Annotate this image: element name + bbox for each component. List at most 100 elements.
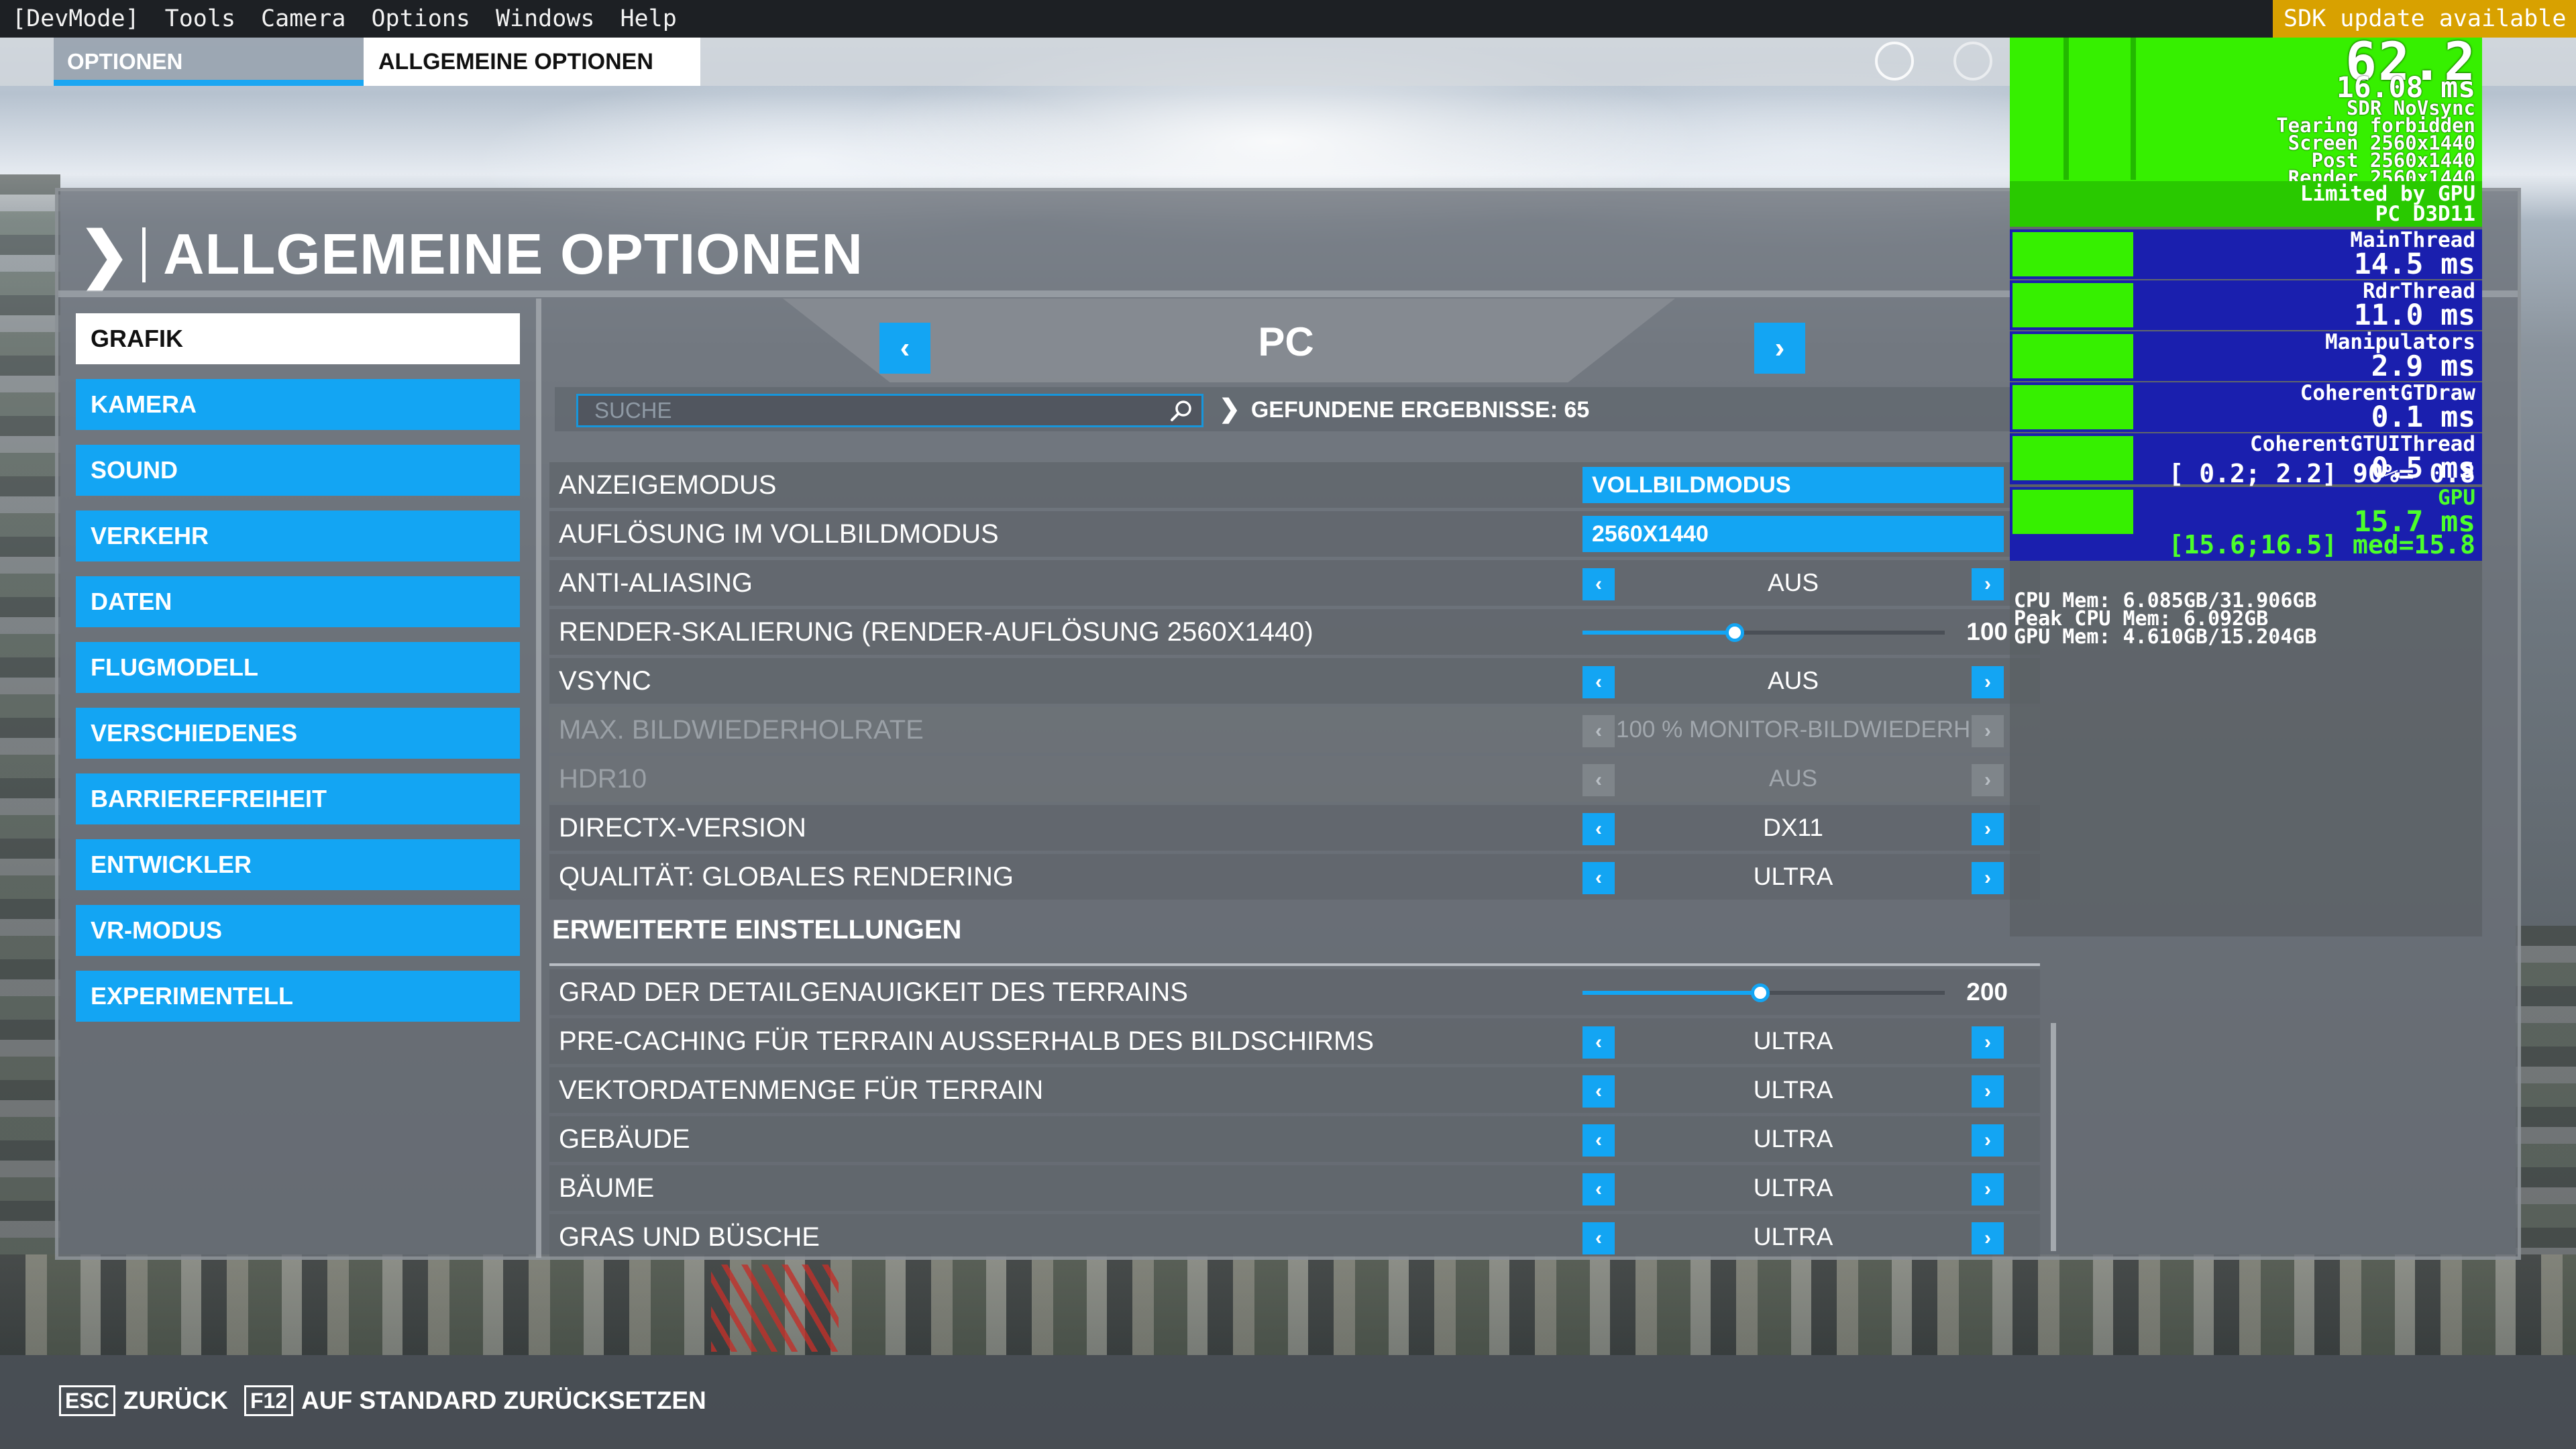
setting-value: AUS — [1767, 667, 1819, 694]
tools-menu[interactable]: Tools — [153, 5, 249, 32]
setting-value: ULTRA — [1753, 1027, 1833, 1055]
setting-slider[interactable] — [1582, 623, 1945, 642]
setting-row-gras-und-bu-sche[interactable]: GRAS UND BÜSCHE ‹ ULTRA › — [549, 1214, 2040, 1256]
setting-label: HDR10 — [559, 764, 647, 794]
sidebar-item-vr-modus[interactable]: VR-MODUS — [76, 905, 520, 956]
chevron-left-icon: ‹ — [1582, 764, 1615, 796]
fps-graph-bar — [2063, 38, 2069, 180]
sidebar-item-kamera[interactable]: KAMERA — [76, 379, 520, 430]
setting-row-qualita-t-globales-rendering[interactable]: QUALITÄT: GLOBALES RENDERING ‹ ULTRA › — [549, 854, 2040, 900]
setting-label: PRE-CACHING FÜR TERRAIN AUSSERHALB DES B… — [559, 1026, 1375, 1056]
setting-row-max-bildwiederholrate: MAX. BILDWIEDERHOLRATE ‹ 100 % MONITOR-BIL… — [549, 707, 2040, 753]
chevron-left-icon[interactable]: ‹ — [1582, 1222, 1615, 1254]
setting-row-anti-aliasing[interactable]: ANTI-ALIASING ‹ AUS › — [549, 560, 2040, 606]
setting-row-anzeigemodus[interactable]: ANZEIGEMODUS VOLLBILDMODUS — [549, 462, 2040, 508]
thread-bar — [2012, 490, 2133, 534]
chevron-left-icon[interactable]: ‹ — [1582, 1075, 1615, 1108]
reset-defaults-action[interactable]: F12 AUF STANDARD ZURÜCKSETZEN — [244, 1385, 706, 1417]
chevron-left-icon[interactable]: ‹ — [1582, 1026, 1615, 1059]
thread-bar — [2012, 232, 2133, 276]
sidebar-item-grafik[interactable]: GRAFIK — [76, 313, 520, 364]
thread-manipulators: Manipulators 2.9 ms — [2010, 331, 2482, 381]
setting-row-auflo-sung-im-vollbildmodus[interactable]: AUFLÖSUNG IM VOLLBILDMODUS 2560X1440 — [549, 511, 2040, 557]
thread-time: 0.1 ms — [2371, 400, 2475, 434]
chevron-right-icon[interactable]: › — [1972, 666, 2004, 698]
sidebar-item-daten[interactable]: DATEN — [76, 576, 520, 627]
limited-line: Limited by GPU — [2300, 182, 2475, 206]
setting-label: VSYNC — [559, 666, 651, 696]
options-menu[interactable]: Options — [359, 5, 484, 32]
sidebar-item-entwickler[interactable]: ENTWICKLER — [76, 839, 520, 890]
chevron-right-icon[interactable]: › — [1972, 1173, 2004, 1205]
setting-row-ba-ume[interactable]: BÄUME ‹ ULTRA › — [549, 1165, 2040, 1211]
render-info: SDR NoVsync Tearing forbidden Screen 256… — [2276, 99, 2475, 188]
thread-stat: [15.6;16.5] med=15.8 — [2168, 530, 2475, 559]
chevron-left-icon[interactable]: ‹ — [1582, 1173, 1615, 1205]
thread-rdrthread: RdrThread 11.0 ms — [2010, 280, 2482, 330]
setting-row-render-skalierung-render-auflo-sung-2560x1440[interactable]: RENDER-SKALIERUNG (RENDER-AUFLÖSUNG 2560… — [549, 609, 2040, 655]
setting-value: AUS — [1769, 765, 1817, 792]
fps-performance-overlay: 62.2 16.08 ms SDR NoVsync Tearing forbid… — [2010, 32, 2482, 936]
setting-row-vektordatenmenge-fu-r-terrain[interactable]: VEKTORDATENMENGE FÜR TERRAIN ‹ ULTRA › — [549, 1067, 2040, 1113]
setting-value-dropdown[interactable]: VOLLBILDMODUS — [1582, 467, 2004, 503]
chevron-left-icon[interactable]: ‹ — [1582, 1124, 1615, 1157]
chevron-left-icon[interactable]: ‹ — [1582, 666, 1615, 698]
setting-value-dropdown[interactable]: 2560X1440 — [1582, 516, 2004, 552]
chevron-right-icon[interactable]: › — [1972, 1026, 2004, 1059]
fps-graph: 62.2 16.08 ms SDR NoVsync Tearing forbid… — [2010, 32, 2482, 227]
chevron-right-icon[interactable]: › — [1972, 1075, 2004, 1108]
sidebar-item-experimentell[interactable]: EXPERIMENTELL — [76, 971, 520, 1022]
search-input[interactable] — [578, 396, 1155, 425]
tab-options[interactable]: OPTIONEN — [54, 38, 364, 86]
setting-row-geba-ude[interactable]: GEBÄUDE ‹ ULTRA › — [549, 1116, 2040, 1162]
chevron-left-icon[interactable]: ‹ — [1582, 862, 1615, 894]
help-menu[interactable]: Help — [608, 5, 690, 32]
city-view-bottom — [0, 1254, 2576, 1355]
setting-value: ULTRA — [1753, 1125, 1833, 1152]
chevron-left-icon: ‹ — [1582, 715, 1615, 747]
chevron-right-icon[interactable]: › — [1972, 568, 2004, 600]
search-icon[interactable] — [1168, 398, 1195, 425]
thread-time: 11.0 ms — [2353, 299, 2475, 332]
setting-row-pre-caching-fu-r-terrain-ausserhalb-des-bildschirms[interactable]: PRE-CACHING FÜR TERRAIN AUSSERHALB DES B… — [549, 1018, 2040, 1064]
back-action[interactable]: ESC ZURÜCK — [59, 1385, 228, 1417]
sidebar-item-verschiedenes[interactable]: VERSCHIEDENES — [76, 708, 520, 759]
setting-value: DX11 — [1763, 814, 1823, 841]
chevron-right-icon[interactable]: › — [1972, 862, 2004, 894]
setting-label: ANTI-ALIASING — [559, 568, 753, 598]
settings-list: ANZEIGEMODUS VOLLBILDMODUS AUFLÖSUNG IM VO… — [549, 462, 2040, 1256]
limited-by-indicator: Limited by GPU PC D3D11 — [2010, 181, 2482, 227]
setting-row-vsync[interactable]: VSYNC ‹ AUS › — [549, 658, 2040, 704]
thread-mainthread: MainThread 14.5 ms — [2010, 229, 2482, 279]
setting-value: ULTRA — [1753, 1076, 1833, 1104]
title-separator — [142, 227, 146, 282]
signal-icon[interactable] — [1875, 42, 1914, 80]
chevron-left-icon[interactable]: ‹ — [1582, 568, 1615, 600]
slider-handle[interactable] — [1750, 983, 1770, 1002]
chevron-left-icon[interactable]: ‹ — [1582, 813, 1615, 845]
profile-prev-button[interactable]: ‹ — [879, 323, 930, 374]
sidebar-item-sound[interactable]: SOUND — [76, 445, 520, 496]
setting-row-directx-version[interactable]: DIRECTX-VERSION ‹ DX11 › — [549, 805, 2040, 851]
chevron-right-icon[interactable]: › — [1972, 1222, 2004, 1254]
windows-menu[interactable]: Windows — [484, 5, 608, 32]
tab-general-options[interactable]: ALLGEMEINE OPTIONEN — [364, 38, 700, 86]
profile-icon[interactable] — [1953, 42, 1992, 80]
thread-bar — [2012, 436, 2133, 480]
settings-scrollbar[interactable] — [2051, 1023, 2056, 1251]
thread-bar — [2012, 385, 2133, 429]
camera-menu[interactable]: Camera — [249, 5, 359, 32]
slider-handle[interactable] — [1725, 623, 1744, 642]
setting-value: ULTRA — [1753, 863, 1833, 890]
sidebar-item-barrierefreiheit[interactable]: BARRIEREFREIHEIT — [76, 773, 520, 824]
chevron-right-icon[interactable]: › — [1972, 813, 2004, 845]
profile-next-button[interactable]: › — [1754, 323, 1805, 374]
chevron-right-icon[interactable]: › — [1972, 1124, 2004, 1157]
devmode-menu[interactable]: [DevMode] — [0, 5, 153, 32]
setting-row-grad-der-detailgenauigkeit-des-terrains[interactable]: GRAD DER DETAILGENAUIGKEIT DES TERRAINS 2… — [549, 969, 2040, 1015]
sidebar-item-verkehr[interactable]: VERKEHR — [76, 511, 520, 561]
sidebar-item-flugmodell[interactable]: FLUGMODELL — [76, 642, 520, 693]
chevron-right-icon: › — [1972, 764, 2004, 796]
setting-slider[interactable] — [1582, 983, 1945, 1002]
setting-value: ULTRA — [1753, 1223, 1833, 1250]
